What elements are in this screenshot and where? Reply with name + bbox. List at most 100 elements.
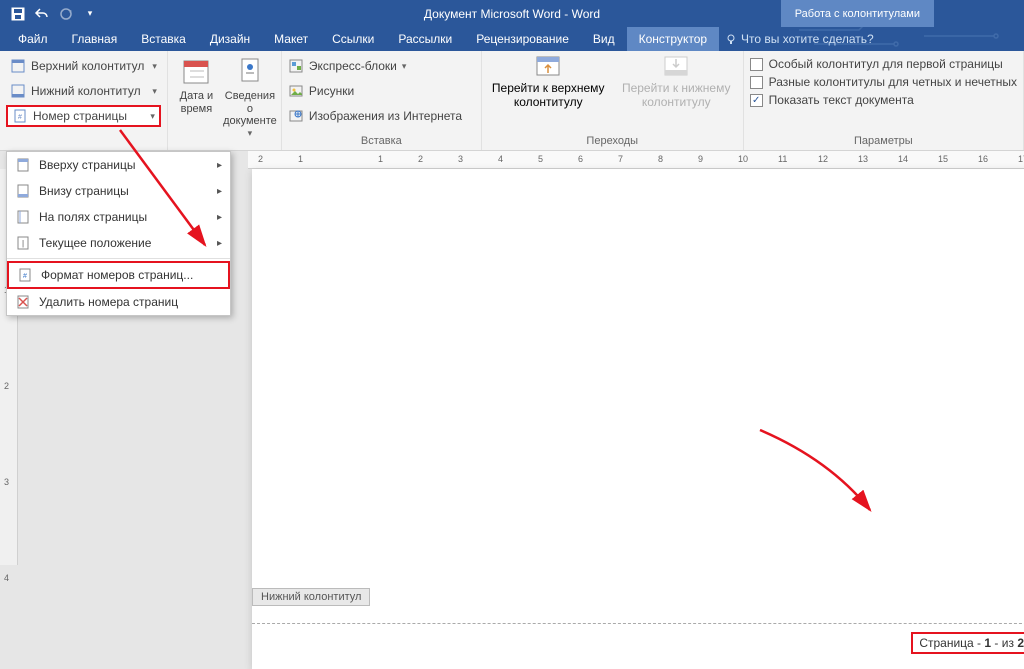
page-number-dropdown[interactable]: # Номер страницы ▾	[6, 105, 161, 127]
footer-dropdown[interactable]: Нижний колонтитул ▾	[6, 80, 161, 102]
header-label: Верхний колонтитул	[31, 59, 144, 73]
menu-top-of-page[interactable]: Вверху страницы ▸	[7, 152, 230, 178]
group-label: Параметры	[744, 133, 1023, 150]
tab-design[interactable]: Дизайн	[198, 27, 262, 51]
undo-icon[interactable]	[34, 6, 50, 22]
header-icon	[10, 58, 26, 74]
goto-header-icon	[534, 55, 562, 79]
ruler-tick: 1	[298, 154, 303, 164]
menu-remove-page-numbers[interactable]: Удалить номера страниц	[7, 289, 230, 315]
page-number-label: Номер страницы	[33, 109, 127, 123]
tab-view[interactable]: Вид	[581, 27, 627, 51]
footer-label: Нижний колонтитул	[31, 84, 141, 98]
goto-header-button[interactable]: Перейти к верхнему колонтитулу	[488, 55, 608, 133]
page-number-menu: Вверху страницы ▸ Внизу страницы ▸ На по…	[6, 151, 231, 316]
menu-page-margins[interactable]: На полях страницы ▸	[7, 204, 230, 230]
page[interactable]: Нижний колонтитул Страница - 1 - из 2	[252, 169, 1024, 669]
group-options: Особый колонтитул для первой страницы Ра…	[744, 51, 1024, 150]
ruler-tick: 13	[858, 154, 868, 164]
tell-me-search[interactable]: Что вы хотите сделать?	[725, 27, 874, 51]
format-page-num-icon: #	[17, 267, 33, 283]
pictures-button[interactable]: Рисунки	[288, 80, 475, 102]
submenu-caret-icon: ▸	[217, 212, 222, 223]
header-dropdown[interactable]: Верхний колонтитул ▾	[6, 55, 161, 77]
menu-label: На полях страницы	[39, 210, 147, 224]
caret-down-icon: ▾	[248, 128, 253, 138]
ribbon: Верхний колонтитул ▾ Нижний колонтитул ▾…	[0, 51, 1024, 151]
lightbulb-icon	[725, 33, 737, 45]
opt-show-doc-label: Показать текст документа	[769, 93, 914, 107]
current-position-icon: |	[15, 235, 31, 251]
tab-designer[interactable]: Конструктор	[627, 27, 719, 51]
ruler-tick: 3	[4, 477, 9, 487]
window-title: Документ Microsoft Word - Word	[424, 7, 600, 21]
tab-layout[interactable]: Макет	[262, 27, 320, 51]
tab-references[interactable]: Ссылки	[320, 27, 386, 51]
svg-text:#: #	[18, 114, 22, 121]
online-picture-icon	[288, 108, 304, 124]
picture-icon	[288, 83, 304, 99]
ruler-tick: 2	[418, 154, 423, 164]
group-label: Переходы	[482, 133, 743, 150]
page-num-mid: - из	[994, 636, 1014, 650]
quick-parts-button[interactable]: Экспресс-блоки ▾	[288, 55, 475, 77]
ruler-tick: 2	[4, 381, 9, 391]
footer-icon	[10, 83, 26, 99]
doc-info-button[interactable]: Сведения о документе ▾	[225, 55, 275, 145]
menu-label: Удалить номера страниц	[39, 295, 178, 309]
ruler-tick: 6	[578, 154, 583, 164]
save-icon[interactable]	[10, 6, 26, 22]
tab-mailings[interactable]: Рассылки	[386, 27, 464, 51]
ruler-tick: 4	[4, 573, 9, 583]
page-num-total: 2	[1017, 636, 1024, 650]
checkbox-checked-icon: ✓	[750, 94, 763, 107]
footer-boundary	[252, 623, 1024, 624]
opt-odd-even[interactable]: Разные колонтитулы для четных и нечетных	[750, 75, 1017, 89]
group-insert: Экспресс-блоки ▾ Рисунки Изображения из …	[282, 51, 482, 150]
menu-format-page-numbers[interactable]: # Формат номеров страниц...	[7, 261, 230, 289]
title-bar: ▾ Документ Microsoft Word - Word Работа …	[0, 0, 1024, 27]
ruler-tick: 14	[898, 154, 908, 164]
submenu-caret-icon: ▸	[217, 238, 222, 249]
ruler-tick: 15	[938, 154, 948, 164]
redo-icon[interactable]	[58, 6, 74, 22]
ruler-horizontal[interactable]: /* ticks rendered below via JS loop not …	[248, 151, 1024, 169]
tab-insert[interactable]: Вставка	[129, 27, 198, 51]
caret-down-icon: ▾	[152, 86, 157, 97]
menu-label: Формат номеров страниц...	[41, 268, 193, 282]
page-margins-icon	[15, 209, 31, 225]
menu-label: Текущее положение	[39, 236, 151, 250]
qat-customize-icon[interactable]: ▾	[82, 6, 98, 22]
checkbox-icon	[750, 58, 763, 71]
ruler-tick: 16	[978, 154, 988, 164]
group-label	[0, 145, 167, 150]
group-date-docinfo: Дата и время Сведения о документе ▾	[168, 51, 282, 150]
online-pictures-label: Изображения из Интернета	[309, 109, 462, 123]
page-num-current: 1	[984, 636, 991, 650]
date-time-label: Дата и время	[174, 90, 219, 115]
menu-label: Внизу страницы	[39, 184, 129, 198]
date-time-button[interactable]: Дата и время	[174, 55, 219, 145]
opt-show-doc[interactable]: ✓ Показать текст документа	[750, 93, 1017, 107]
ruler-tick: 11	[778, 154, 787, 164]
ruler-tick: 10	[738, 154, 748, 164]
menu-label: Вверху страницы	[39, 158, 135, 172]
opt-first-page[interactable]: Особый колонтитул для первой страницы	[750, 57, 1017, 71]
tab-review[interactable]: Рецензирование	[464, 27, 581, 51]
menu-bottom-of-page[interactable]: Внизу страницы ▸	[7, 178, 230, 204]
page-number-icon: #	[12, 108, 28, 124]
goto-header-label: Перейти к верхнему колонтитулу	[488, 82, 608, 110]
ruler-tick: 17	[1018, 154, 1024, 164]
menu-current-position[interactable]: | Текущее положение ▸	[7, 230, 230, 256]
opt-odd-even-label: Разные колонтитулы для четных и нечетных	[769, 75, 1017, 89]
tab-file[interactable]: Файл	[6, 27, 60, 51]
remove-page-num-icon	[15, 294, 31, 310]
ruler-tick: 2	[258, 154, 263, 164]
ruler-tick: 4	[498, 154, 503, 164]
page-number-field[interactable]: Страница - 1 - из 2	[911, 632, 1024, 654]
ruler-tick: 3	[458, 154, 463, 164]
footer-section-tag[interactable]: Нижний колонтитул	[252, 588, 370, 606]
online-pictures-button[interactable]: Изображения из Интернета	[288, 105, 475, 127]
context-tab-header-footer: Работа с колонтитулами	[781, 0, 934, 27]
tab-home[interactable]: Главная	[60, 27, 130, 51]
